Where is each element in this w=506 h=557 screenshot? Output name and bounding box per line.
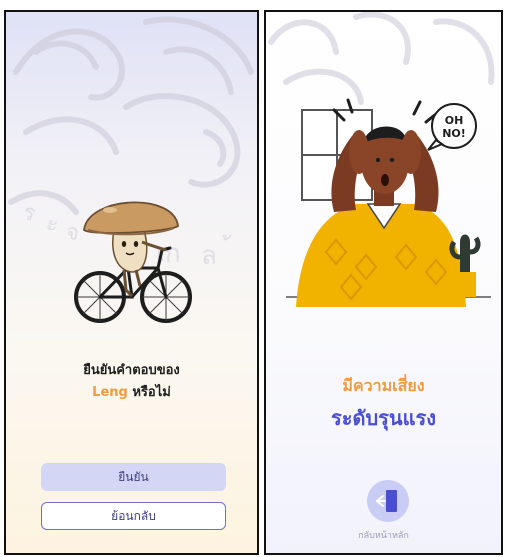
mushroom-on-bicycle-icon [74, 201, 192, 323]
result-screen: OH NO! มีความเสี่ยง ระดับรุนแรง กลับหน้า… [264, 10, 503, 555]
svg-text:ะ: ะ [43, 211, 61, 238]
question-line1: ยืนยันคำตอบของ [83, 363, 180, 378]
svg-text:ร: ร [20, 200, 39, 227]
confirm-screen: ร ะ จ เก ล ้ [4, 10, 259, 555]
speech-bubble-line2: NO! [442, 127, 466, 140]
exit-door-icon [376, 490, 397, 512]
confirm-question: ยืนยันคำตอบของ Leng หรือไม่ [6, 360, 257, 404]
shocked-man-illustration: OH NO! [286, 98, 491, 307]
speech-bubble-line1: OH [445, 114, 464, 127]
svg-text:ล: ล [201, 241, 217, 271]
home-button[interactable] [367, 480, 409, 522]
svg-text:้: ้ [222, 234, 232, 241]
risk-label: มีความเสี่ยง [342, 376, 425, 395]
app-stage: ร ะ จ เก ล ้ [0, 0, 506, 557]
risk-level: ระดับรุนแรง [331, 406, 436, 430]
back-button[interactable]: ย้อนกลับ [41, 502, 226, 530]
question-suffix: หรือไม่ [127, 385, 171, 400]
question-line2: Leng หรือไม่ [6, 382, 257, 404]
confirm-button[interactable]: ยืนยัน [41, 463, 226, 491]
home-label[interactable]: กลับหน้าหลัก [266, 528, 501, 542]
question-name: Leng [92, 385, 128, 400]
